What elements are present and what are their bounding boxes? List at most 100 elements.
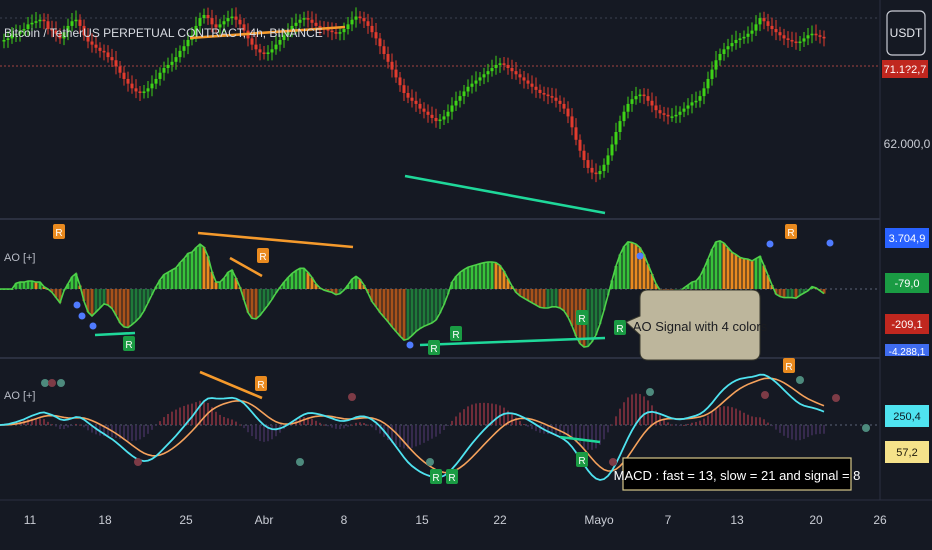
- macd-hist-bar: [503, 407, 505, 425]
- macd-hist-bar: [163, 417, 165, 425]
- candle-body: [378, 38, 382, 47]
- macd-hist-bar: [519, 420, 521, 425]
- macd-hist-bar: [439, 425, 441, 434]
- ao-bar: [546, 289, 550, 308]
- candle-body: [534, 86, 538, 90]
- ao-bar: [706, 259, 710, 289]
- ao-marker-7-label: R: [616, 324, 623, 335]
- candle-body: [146, 88, 150, 92]
- macd-hist-bar: [351, 424, 353, 426]
- macd-hist-bar: [127, 425, 129, 441]
- macd-hist-bar: [175, 409, 177, 425]
- candle-body: [718, 54, 722, 61]
- ao-bar: [622, 246, 626, 289]
- macd-hist-bar: [143, 425, 145, 438]
- macd-cross-dot: [348, 393, 356, 401]
- candle-body: [566, 108, 570, 117]
- candle-body: [782, 35, 786, 39]
- macd-hist-bar: [147, 425, 149, 434]
- macd-hist-bar: [591, 425, 593, 450]
- ao-marker-1-label: R: [259, 252, 266, 263]
- currency-label: USDT: [890, 26, 923, 40]
- ao-bar: [26, 280, 30, 289]
- candle-body: [174, 57, 178, 62]
- candle-body: [342, 29, 346, 33]
- candle-body: [550, 96, 554, 98]
- candle-body: [354, 16, 358, 20]
- candle-body: [490, 68, 494, 72]
- candle-body: [114, 60, 118, 67]
- candle-body: [206, 15, 210, 19]
- ao-bar: [534, 289, 538, 306]
- candle-body: [182, 46, 186, 51]
- candle-body: [766, 21, 770, 26]
- macd-hist-bar: [523, 424, 525, 426]
- candle-body: [574, 127, 578, 140]
- candle-body: [678, 111, 682, 115]
- candle-body: [170, 61, 174, 65]
- candle-body: [522, 77, 526, 81]
- candle-body: [570, 116, 574, 128]
- candle-body: [110, 57, 114, 61]
- macd-hist-bar: [579, 425, 581, 446]
- candle-body: [622, 111, 626, 122]
- candle-body: [166, 64, 170, 69]
- macd-hist-bar: [463, 409, 465, 425]
- ao-bar: [746, 259, 750, 289]
- candle-body: [486, 71, 490, 75]
- macd-hist-bar: [819, 425, 821, 434]
- macd-hist-bar: [759, 417, 761, 425]
- candle-body: [642, 94, 646, 97]
- ao-bar: [786, 289, 790, 298]
- candle-body: [710, 69, 714, 79]
- candle-body: [634, 96, 638, 100]
- candle-body: [542, 93, 546, 95]
- macd-hist-bar: [375, 425, 377, 431]
- candle-body: [638, 94, 642, 97]
- candle-body: [262, 52, 266, 54]
- ao-bar: [390, 289, 394, 327]
- candle-body: [154, 78, 158, 84]
- macd-hist-bar: [159, 421, 161, 425]
- ao-bar: [458, 272, 462, 289]
- candle-body: [302, 18, 306, 20]
- ao-bar: [382, 289, 386, 318]
- candle-body: [298, 19, 302, 23]
- candle-body: [554, 97, 558, 101]
- macd-hist-bar: [415, 425, 417, 447]
- ao-bar: [558, 289, 562, 308]
- macd-hist-bar: [635, 393, 637, 425]
- candle-body: [462, 91, 466, 97]
- currency-button[interactable]: USDT: [886, 10, 926, 56]
- ao-title: AO [+]: [4, 252, 36, 264]
- ao-bar: [294, 270, 298, 289]
- time-tick-label: Abr: [255, 513, 274, 527]
- macd-hist-bar: [447, 425, 449, 426]
- macd-hist-bar: [719, 407, 721, 425]
- candle-body: [142, 91, 146, 93]
- candle-body: [646, 96, 650, 101]
- ao-bar: [494, 262, 498, 289]
- candle-body: [538, 89, 542, 93]
- candle-body: [662, 113, 666, 115]
- last-price-label: 71.1?2,7: [884, 64, 927, 76]
- candle-body: [274, 44, 278, 50]
- candle-body: [470, 83, 474, 87]
- macd-hist-bar: [347, 425, 349, 427]
- candle-body: [786, 38, 790, 40]
- ao-bar: [594, 289, 598, 335]
- candle-body: [338, 32, 342, 34]
- macd-hist-bar: [459, 412, 461, 425]
- ao-bar: [302, 268, 306, 289]
- macd-hist-bar: [683, 424, 685, 426]
- candle-body: [454, 100, 458, 106]
- ao-bar: [214, 282, 218, 289]
- candle-body: [266, 52, 270, 54]
- ao-bar: [414, 289, 418, 332]
- time-tick-label: 7: [665, 513, 672, 527]
- chart-canvas[interactable]: RRRR RRRRRRR RR Bitcoin / TetherUS PERPETU…: [0, 0, 932, 550]
- macd-hist-bar: [531, 425, 533, 430]
- ao-bar: [170, 270, 174, 289]
- ao-bar: [410, 289, 414, 336]
- ao-bar: [190, 252, 194, 289]
